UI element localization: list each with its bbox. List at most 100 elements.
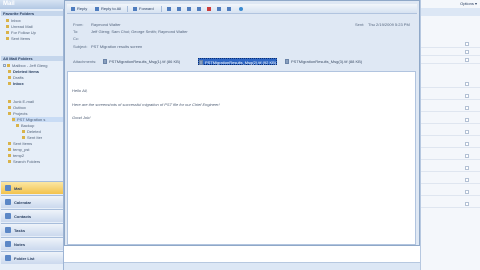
categorize-button[interactable] xyxy=(197,6,203,12)
list-item[interactable] xyxy=(421,164,480,172)
contacts-icon xyxy=(5,213,11,219)
tree-item-sent-items[interactable]: Sent Items xyxy=(8,141,63,146)
flag-icon[interactable] xyxy=(465,142,469,146)
sent-label: Sent: xyxy=(355,22,365,27)
reply-button[interactable]: Reply xyxy=(71,6,87,12)
nav-button-mail[interactable]: Mail xyxy=(1,181,63,194)
nav-button-notes[interactable]: Notes xyxy=(1,237,63,250)
cc-label: Cc: xyxy=(73,36,79,41)
body-signoff: Good Job! xyxy=(72,115,91,120)
nav-button-contacts[interactable]: Contacts xyxy=(1,209,63,222)
calendar-icon xyxy=(5,199,11,205)
favorite-unread-mail[interactable]: Unread Mail xyxy=(6,24,33,29)
delete-button[interactable] xyxy=(207,6,213,12)
tree-item-temp2[interactable]: temp2 xyxy=(8,153,63,158)
image-file-icon xyxy=(103,59,107,64)
tree-item-deleted[interactable]: Deleted xyxy=(22,129,63,134)
from-label: From: xyxy=(73,22,84,27)
attachment-item-selected[interactable]: PSTMigrationResults_Msg(2).tif (92 KB) xyxy=(198,58,278,65)
tree-item-junk-email[interactable]: Junk E-mail xyxy=(8,99,63,104)
all-mail-folders-header[interactable]: All Mail Folders xyxy=(1,56,63,61)
list-item[interactable] xyxy=(421,116,480,124)
previous-item-button[interactable] xyxy=(217,6,223,12)
flag-icon[interactable] xyxy=(465,166,469,170)
flag-icon[interactable] xyxy=(465,178,469,182)
flag-icon[interactable] xyxy=(465,118,469,122)
tasks-icon xyxy=(5,227,11,233)
tree-item-drafts[interactable]: Drafts xyxy=(8,75,63,80)
print-button[interactable] xyxy=(167,6,173,12)
flag-icon[interactable] xyxy=(465,50,469,54)
tree-item-projects[interactable]: Projects xyxy=(8,111,63,116)
help-icon xyxy=(239,6,243,11)
list-item[interactable] xyxy=(421,104,480,112)
favorite-folders-header[interactable]: Favorite Folders xyxy=(1,11,63,16)
flag-icon[interactable] xyxy=(465,154,469,158)
tree-item-mailbox[interactable]: Mailbox - Jeff Gieng xyxy=(3,63,63,68)
favorite-for-follow-up[interactable]: For Follow Up xyxy=(6,30,36,35)
tree-item-pst-migration[interactable]: PST Migration s xyxy=(12,117,63,122)
category-icon xyxy=(197,6,201,11)
folder-icon xyxy=(8,100,11,104)
folder-icon xyxy=(8,148,11,152)
reply-all-icon xyxy=(95,6,99,11)
message-body[interactable]: Hello All, Here are the screenshots of s… xyxy=(67,71,416,245)
toolbar-separator xyxy=(161,6,162,12)
flag-icon[interactable] xyxy=(465,58,469,62)
attachments-row: Attachments: PSTMigrationResults_Msg(1).… xyxy=(67,56,417,68)
flag-icon[interactable] xyxy=(465,82,469,86)
tree-item-sent-iter[interactable]: Sent Iter xyxy=(22,135,63,140)
forward-icon xyxy=(133,6,137,11)
list-item[interactable] xyxy=(421,188,480,196)
search-folder-icon xyxy=(8,160,11,164)
list-item[interactable] xyxy=(421,40,480,48)
options-menu[interactable]: Options ▾ xyxy=(460,1,477,6)
tree-item-deleted-items[interactable]: Deleted Items xyxy=(8,69,63,74)
tree-item-temp-pst[interactable]: temp_pst xyxy=(8,147,63,152)
list-item[interactable] xyxy=(421,80,480,88)
flag-button[interactable] xyxy=(177,6,183,12)
favorite-inbox[interactable]: Inbox xyxy=(6,18,21,23)
collapse-icon[interactable] xyxy=(3,64,6,68)
list-item[interactable] xyxy=(421,140,480,148)
tree-item-outbox[interactable]: Outbox xyxy=(8,105,63,110)
nav-button-calendar[interactable]: Calendar xyxy=(1,195,63,208)
print-icon xyxy=(167,6,171,11)
reply-all-button[interactable]: Reply to All xyxy=(95,6,121,12)
flag-icon[interactable] xyxy=(465,42,469,46)
message-list-pane: Options ▾ xyxy=(420,0,480,270)
list-item[interactable] xyxy=(421,92,480,100)
list-item[interactable] xyxy=(421,200,480,208)
help-button[interactable] xyxy=(239,6,245,12)
list-item[interactable] xyxy=(421,48,480,56)
flag-icon[interactable] xyxy=(465,106,469,110)
folder-icon xyxy=(6,37,9,41)
move-to-folder-button[interactable] xyxy=(187,6,193,12)
flag-icon[interactable] xyxy=(465,190,469,194)
forward-button[interactable]: Forward xyxy=(133,6,154,12)
folder-icon xyxy=(6,25,9,29)
list-item[interactable] xyxy=(421,128,480,136)
image-file-icon xyxy=(199,60,203,65)
list-item[interactable] xyxy=(421,152,480,160)
next-item-button[interactable] xyxy=(227,6,233,12)
nav-button-folder-list[interactable]: Folder List xyxy=(1,251,63,264)
to-value[interactable]: Jeff Gieng; Sam Choi; George Smith; Raym… xyxy=(91,29,188,34)
tree-item-search-folders[interactable]: Search Folders xyxy=(8,159,63,164)
favorite-sent-items[interactable]: Sent Items xyxy=(6,36,30,41)
message-toolbar: Reply Reply to All Forward xyxy=(67,4,417,14)
tree-item-inbox[interactable]: Inbox xyxy=(8,81,63,86)
flag-icon[interactable] xyxy=(465,94,469,98)
attachment-item[interactable]: PSTMigrationResults_Msg(1).tif (86 KB) xyxy=(103,58,180,65)
sent-value: Thu 2/19/2009 5:23 PM xyxy=(368,22,410,27)
flag-icon[interactable] xyxy=(465,202,469,206)
attachment-item[interactable]: PSTMigrationResults_Msg(3).tif (88 KB) xyxy=(285,58,362,65)
subject-value: PST Migration results screen xyxy=(91,44,143,49)
flag-icon[interactable] xyxy=(465,130,469,134)
from-value[interactable]: Raymond Walter xyxy=(91,22,121,27)
tree-item-backup[interactable]: Backup xyxy=(16,123,63,128)
folder-icon xyxy=(12,118,15,122)
list-item[interactable] xyxy=(421,176,480,184)
list-item[interactable] xyxy=(421,56,480,64)
nav-button-tasks[interactable]: Tasks xyxy=(1,223,63,236)
